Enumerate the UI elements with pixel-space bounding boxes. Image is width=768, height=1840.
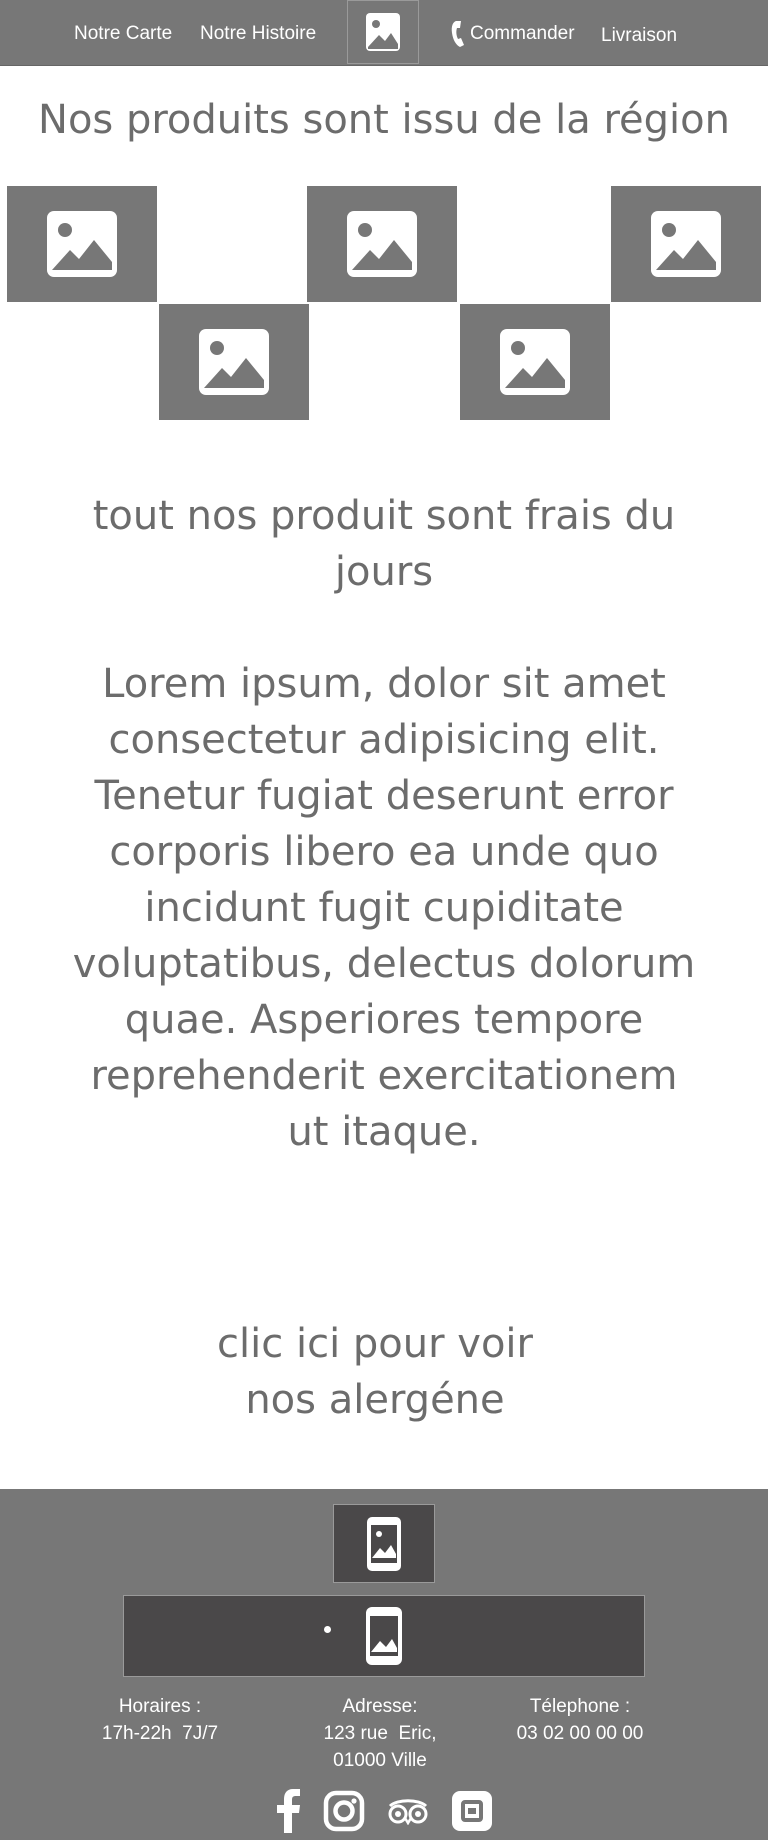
- image-icon: [366, 13, 400, 51]
- nav-logo[interactable]: [347, 0, 419, 64]
- page-headline: Nos produits sont issu de la région: [38, 97, 730, 143]
- phone-block: Télephone : 03 02 00 00 00: [500, 1693, 660, 1747]
- nav-link-commander[interactable]: Commander: [450, 0, 575, 65]
- mobile-image-icon: [367, 1516, 401, 1571]
- allergen-link[interactable]: clic ici pour voir nos alergéne: [150, 1316, 600, 1428]
- image-placeholder-icon: [347, 211, 417, 277]
- hours-block: Horaires : 17h-22h 7J/7: [80, 1693, 240, 1747]
- hours-value: 17h-22h 7J/7: [101, 1723, 219, 1744]
- fresh-products-heading: tout nos produit sont frais du jours: [92, 493, 676, 595]
- phone-value[interactable]: 03 02 00 00 00: [500, 1720, 660, 1747]
- banner-dot: [324, 1626, 331, 1633]
- gallery-image-2: [307, 186, 457, 302]
- address-block: Adresse: 123 rue Eric, 01000 Ville: [300, 1693, 460, 1774]
- allergen-link-line-2: nos alergéne: [245, 1377, 505, 1423]
- nav-label-commander: Commander: [470, 23, 575, 44]
- intro-paragraph: Lorem ipsum, dolor sit amet consectetur …: [72, 661, 696, 1155]
- footer-banner: [123, 1595, 645, 1677]
- gallery-image-3: [611, 186, 761, 302]
- image-placeholder-icon: [47, 211, 117, 277]
- image-placeholder-icon: [199, 329, 269, 395]
- image-placeholder-icon: [500, 329, 570, 395]
- address-line-1: 123 rue Eric,: [323, 1723, 437, 1744]
- address-line-2: 01000 Ville: [333, 1750, 427, 1771]
- gallery-image-1: [7, 186, 157, 302]
- tripadvisor-icon[interactable]: [387, 1797, 429, 1825]
- allergen-link-line-1: clic ici pour voir: [217, 1321, 533, 1367]
- footer-logo: [333, 1504, 435, 1583]
- nav-link-notre-carte[interactable]: Notre Carte: [74, 0, 172, 65]
- image-placeholder-icon: [651, 211, 721, 277]
- phone-label: Télephone :: [529, 1696, 631, 1717]
- gallery-image-5: [460, 304, 610, 420]
- site-footer: Horaires : 17h-22h 7J/7 Adresse: 123 rue…: [0, 1489, 768, 1840]
- social-links: [0, 1787, 768, 1835]
- address-label: Adresse:: [342, 1696, 418, 1717]
- phone-icon: [451, 20, 464, 47]
- top-navbar: Notre Carte Notre Histoire Commander Liv…: [0, 0, 768, 66]
- ubereats-icon[interactable]: [451, 1790, 493, 1832]
- facebook-icon[interactable]: [275, 1789, 301, 1833]
- instagram-icon[interactable]: [323, 1790, 365, 1832]
- mobile-image-icon: [366, 1607, 402, 1665]
- nav-link-livraison[interactable]: Livraison: [601, 2, 677, 67]
- nav-link-notre-histoire[interactable]: Notre Histoire: [200, 0, 316, 65]
- hours-label: Horaires :: [118, 1696, 202, 1717]
- gallery-image-4: [159, 304, 309, 420]
